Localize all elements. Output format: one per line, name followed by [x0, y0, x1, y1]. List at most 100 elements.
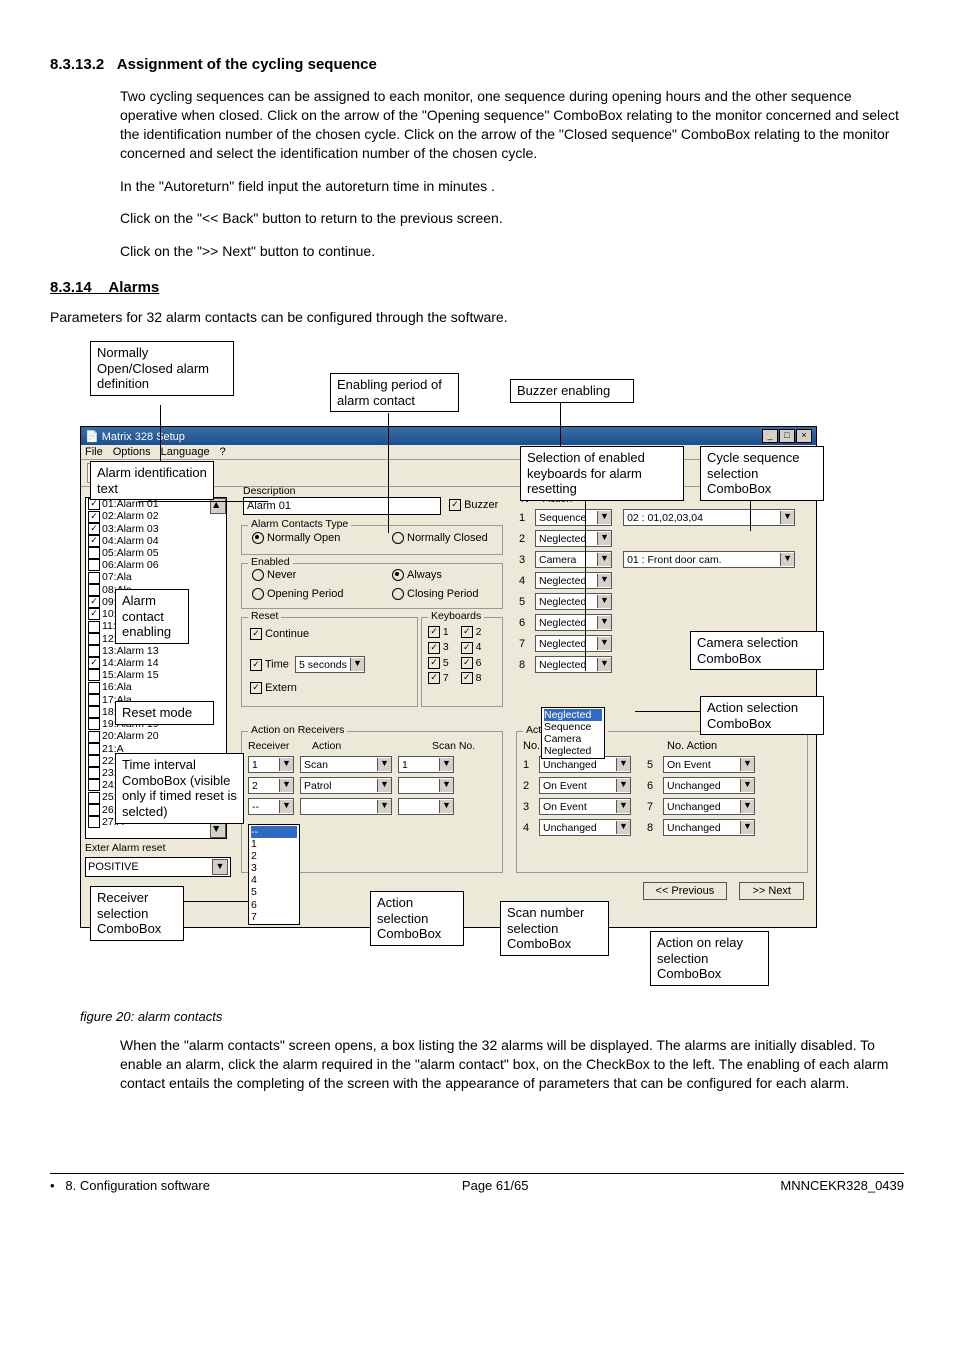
action-combo[interactable]: Neglected▼: [535, 530, 612, 547]
action-row: 4Neglected▼: [519, 572, 795, 589]
paragraph: In the "Autoreturn" field input the auto…: [120, 177, 904, 196]
group-legend: Action on Receivers: [248, 724, 347, 736]
action-row: 2Neglected▼: [519, 530, 795, 547]
action-combo[interactable]: Neglected▼: [535, 593, 612, 610]
list-item[interactable]: 15:Alarm 15: [86, 669, 226, 681]
paragraph: Click on the "<< Back" button to return …: [120, 209, 904, 228]
radio-closing[interactable]: [392, 588, 404, 600]
action-combo[interactable]: Neglected▼: [535, 614, 612, 631]
callout-action-combo: Action selection ComboBox: [370, 891, 464, 946]
radio-always[interactable]: [392, 569, 404, 581]
radio-never[interactable]: [252, 569, 264, 581]
action-dropdown-open[interactable]: NeglectedSequenceCameraNeglected: [541, 707, 605, 759]
relay-combo[interactable]: On Event▼: [539, 777, 631, 794]
action-combo[interactable]: Neglected▼: [535, 635, 612, 652]
action-row: 6Neglected▼: [519, 614, 795, 631]
close-icon: ×: [796, 429, 812, 443]
keyboard-checkbox[interactable]: ✓ 8: [461, 672, 482, 684]
positive-combo[interactable]: POSITIVE▼: [85, 857, 231, 877]
list-item[interactable]: 07:Ala: [86, 571, 226, 583]
receiver-combo[interactable]: 2▼: [248, 777, 294, 794]
relay-combo[interactable]: Unchanged▼: [663, 819, 755, 836]
radio-normally-open[interactable]: [252, 532, 264, 544]
paragraph: Parameters for 32 alarm contacts can be …: [50, 308, 904, 327]
list-item[interactable]: ✓03:Alarm 03: [86, 523, 226, 535]
minimize-icon: _: [762, 429, 778, 443]
page-footer: • 8. Configuration software Page 61/65 M…: [50, 1173, 904, 1193]
scan-combo[interactable]: 1▼: [398, 756, 454, 773]
paragraph: Two cycling sequences can be assigned to…: [120, 87, 904, 163]
keyboard-checkbox[interactable]: ✓ 6: [461, 657, 482, 669]
keyboard-checkbox[interactable]: ✓ 3: [428, 641, 449, 653]
keyboard-checkbox[interactable]: ✓ 7: [428, 672, 449, 684]
next-button[interactable]: >> Next: [739, 882, 804, 900]
recv-action-combo[interactable]: Scan▼: [300, 756, 392, 773]
callout-cycle: Cycle sequence selection ComboBox: [700, 446, 824, 501]
group-legend: Keyboards: [428, 610, 484, 622]
callout-camera-sel: Camera selection ComboBox: [690, 631, 824, 670]
callout-alarm-enable: Alarm contact enabling: [115, 589, 189, 644]
window-controls[interactable]: _□×: [761, 429, 812, 443]
scan-combo[interactable]: ▼: [398, 777, 454, 794]
previous-button[interactable]: << Previous: [643, 882, 728, 900]
recv-action-combo[interactable]: Patrol▼: [300, 777, 392, 794]
relay-combo[interactable]: Unchanged▼: [663, 798, 755, 815]
callout-time-interval: Time interval ComboBox (visible only if …: [115, 753, 244, 823]
list-item[interactable]: ✓02:Alarm 02: [86, 510, 226, 522]
group-legend: Enabled: [248, 556, 293, 568]
callout-ident: Alarm identification text: [90, 461, 214, 500]
group-legend: Reset: [248, 610, 281, 622]
callout-relay-combo: Action on relay selection ComboBox: [650, 931, 769, 986]
chk-continue[interactable]: ✓: [250, 628, 262, 640]
callout-action-sel: Action selection ComboBox: [700, 696, 824, 735]
action-combo[interactable]: Neglected▼: [535, 572, 612, 589]
section-heading-2: 8.3.14 Alarms: [50, 279, 904, 296]
time-combo[interactable]: 5 seconds▼: [295, 656, 365, 673]
list-item[interactable]: ✓14:Alarm 14: [86, 657, 226, 669]
action-combo[interactable]: Sequence▼: [535, 509, 612, 526]
action-row: 3Camera▼ 01 : Front door cam.▼: [519, 551, 795, 568]
relay-combo[interactable]: Unchanged▼: [539, 819, 631, 836]
recv-action-combo[interactable]: ▼: [300, 798, 392, 815]
detail-combo[interactable]: 01 : Front door cam.▼: [623, 551, 795, 568]
scroll-down-icon[interactable]: ▼: [210, 822, 226, 838]
ext-alarm-label: Exter Alarm reset: [85, 842, 166, 854]
action-row: 1Sequence▼ 02 : 01,02,03,04▼: [519, 509, 795, 526]
section-heading-1: 8.3.13.2 Assignment of the cycling seque…: [50, 56, 904, 73]
buzzer-checkbox[interactable]: ✓ Buzzer: [449, 499, 498, 511]
description-label: Description: [243, 485, 296, 497]
action-combo[interactable]: Camera▼: [535, 551, 612, 568]
list-item[interactable]: ✓04:Alarm 04: [86, 535, 226, 547]
description-input[interactable]: Alarm 01: [243, 497, 441, 515]
detail-combo[interactable]: 02 : 01,02,03,04▼: [623, 509, 795, 526]
relay-combo[interactable]: Unchanged▼: [663, 777, 755, 794]
callout-kb-sel: Selection of enabled keyboards for alarm…: [520, 446, 684, 501]
list-item[interactable]: 16:Ala: [86, 681, 226, 693]
list-item[interactable]: 05:Alarm 05: [86, 547, 226, 559]
callout-recv-sel: Receiver selection ComboBox: [90, 886, 184, 941]
receiver-list-open[interactable]: --1234567: [248, 824, 300, 925]
chk-time[interactable]: ✓: [250, 659, 262, 671]
relay-combo[interactable]: On Event▼: [663, 756, 755, 773]
receiver-combo[interactable]: --▼: [248, 798, 294, 815]
figure-caption: figure 20: alarm contacts: [80, 1009, 904, 1024]
relay-combo[interactable]: On Event▼: [539, 798, 631, 815]
scan-combo[interactable]: ▼: [398, 798, 454, 815]
paragraph: When the "alarm contacts" screen opens, …: [120, 1036, 904, 1093]
list-item[interactable]: 06:Alarm 06: [86, 559, 226, 571]
list-item[interactable]: 13:Alarm 13: [86, 645, 226, 657]
chk-extern[interactable]: ✓: [250, 682, 262, 694]
keyboard-checkbox[interactable]: ✓ 1: [428, 626, 449, 638]
keyboard-checkbox[interactable]: ✓ 5: [428, 657, 449, 669]
keyboard-checkbox[interactable]: ✓ 4: [461, 641, 482, 653]
group-legend: Alarm Contacts Type: [248, 518, 351, 530]
radio-opening[interactable]: [252, 588, 264, 600]
list-item[interactable]: 20:Alarm 20: [86, 730, 226, 742]
receiver-combo[interactable]: 1▼: [248, 756, 294, 773]
keyboard-checkbox[interactable]: ✓ 2: [461, 626, 482, 638]
action-combo[interactable]: Neglected▼: [535, 656, 612, 673]
radio-normally-closed[interactable]: [392, 532, 404, 544]
figure-20: Normally Open/Closed alarm definition En…: [80, 341, 815, 1001]
callout-reset-mode: Reset mode: [115, 701, 214, 725]
maximize-icon: □: [779, 429, 795, 443]
